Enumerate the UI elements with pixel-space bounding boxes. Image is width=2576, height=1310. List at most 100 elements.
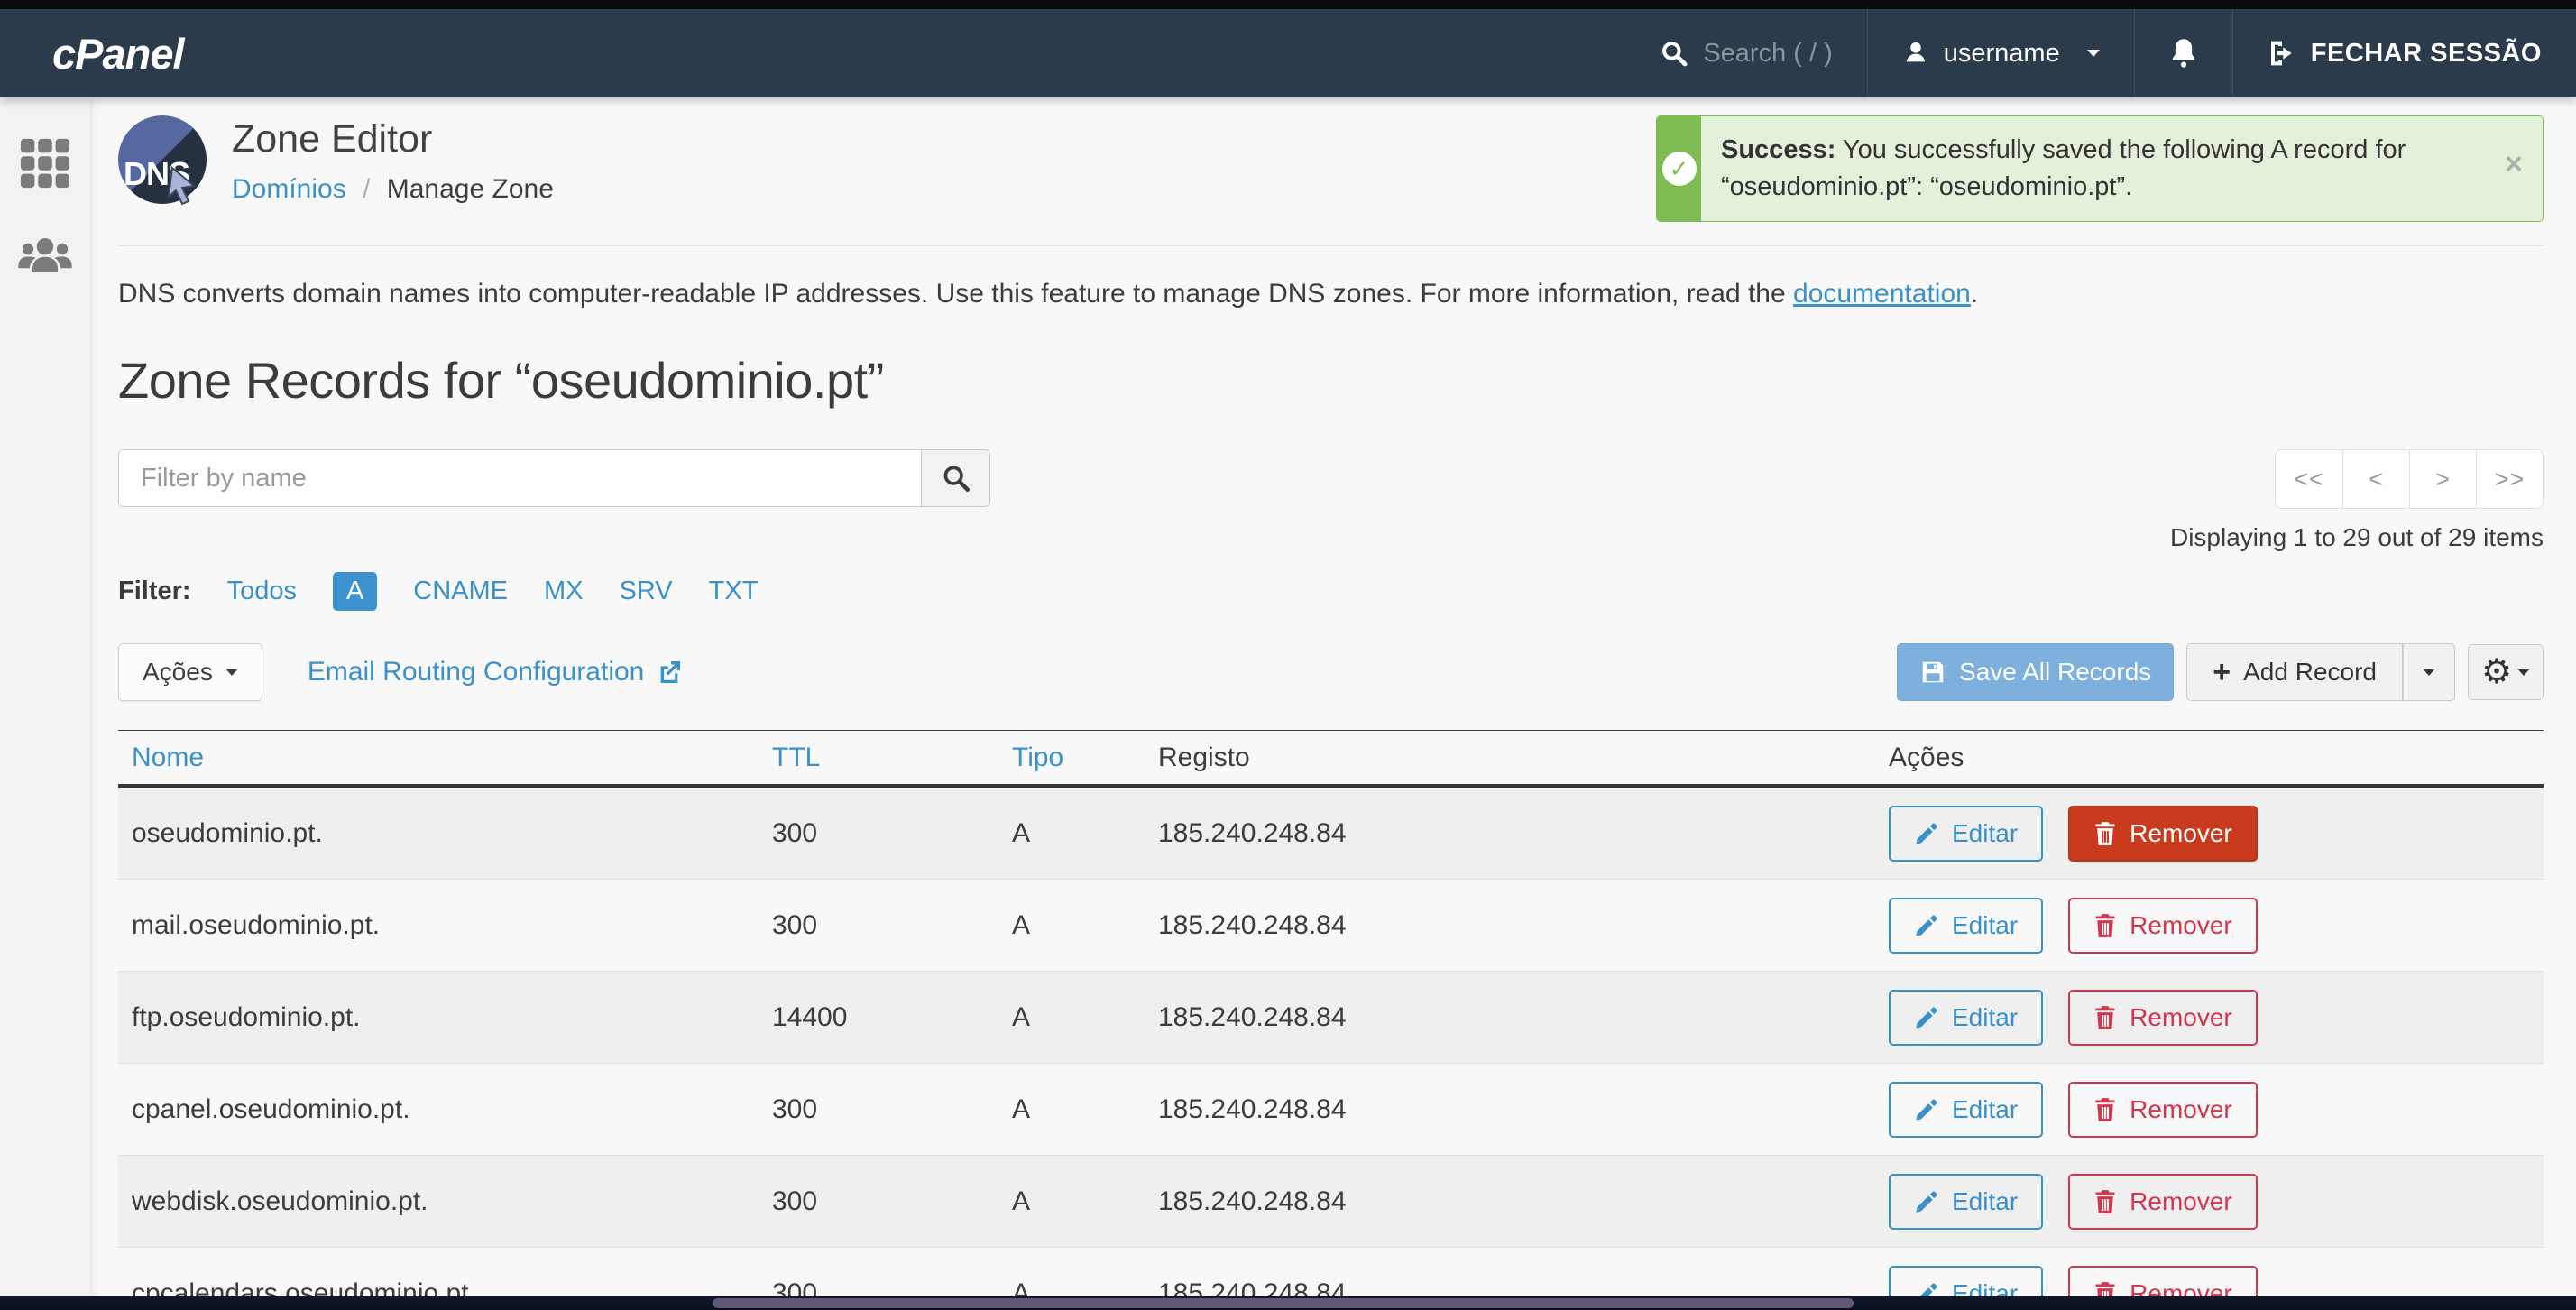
- trash-icon: [2093, 1189, 2117, 1214]
- chevron-down-icon: [225, 669, 238, 676]
- table-toolbar: Ações Email Routing Configuration: [118, 643, 2544, 701]
- record-value-cell: 185.240.248.84: [1145, 1002, 1875, 1033]
- column-header-tipo[interactable]: Tipo: [998, 743, 1145, 773]
- bottom-scrollbar-track: [0, 1296, 2576, 1310]
- column-header-nome[interactable]: Nome: [118, 743, 759, 773]
- navbar-notifications[interactable]: [2134, 9, 2232, 97]
- add-record-split-button: + Add Record: [2186, 643, 2455, 701]
- filter-cname-link[interactable]: CNAME: [413, 577, 508, 606]
- pagination-status: Displaying 1 to 29 out of 29 items: [2170, 523, 2544, 552]
- table-row: webdisk.oseudominio.pt. 300 A 185.240.24…: [118, 1156, 2544, 1248]
- edit-record-button[interactable]: Editar: [1889, 1082, 2043, 1138]
- table-row: mail.oseudominio.pt. 300 A 185.240.248.8…: [118, 880, 2544, 972]
- zone-records-heading: Zone Records for “oseudominio.pt”: [118, 351, 2544, 410]
- table-settings-button[interactable]: ⚙: [2468, 644, 2544, 700]
- record-value-cell: 185.240.248.84: [1145, 818, 1875, 849]
- actions-dropdown-button[interactable]: Ações: [118, 643, 262, 701]
- save-icon: [1919, 659, 1946, 686]
- record-name-cell: ftp.oseudominio.pt.: [118, 1002, 759, 1033]
- type-filter-row: Filter: Todos A CNAME MX SRV TXT: [118, 572, 2544, 611]
- save-all-records-button[interactable]: Save All Records: [1897, 643, 2174, 701]
- remove-record-button[interactable]: Remover: [2068, 1174, 2258, 1230]
- filter-mx-link[interactable]: MX: [544, 577, 584, 606]
- navbar-user-menu[interactable]: username: [1867, 9, 2134, 97]
- cpanel-logo[interactable]: cPanel: [52, 29, 184, 78]
- remove-record-button[interactable]: Remover: [2068, 990, 2258, 1046]
- add-record-dropdown-toggle[interactable]: [2403, 643, 2455, 701]
- zone-records-table: Nome TTL Tipo Registo Ações oseudominio.…: [118, 730, 2544, 1310]
- page-content: DNS Zone Editor Domínios / Manage Zone: [90, 97, 2576, 1310]
- main-area: DNS Zone Editor Domínios / Manage Zone: [0, 97, 2576, 1310]
- filter-search-button[interactable]: [921, 449, 990, 507]
- page-header-row: DNS Zone Editor Domínios / Manage Zone: [118, 115, 2544, 222]
- remove-record-label: Remover: [2130, 1187, 2232, 1216]
- pagination-last-button[interactable]: >>: [2476, 450, 2543, 508]
- actions-dropdown-label: Ações: [143, 658, 213, 687]
- filter-todos-link[interactable]: Todos: [227, 577, 297, 606]
- record-value-cell: 185.240.248.84: [1145, 1186, 1875, 1217]
- success-alert-title: Success:: [1721, 135, 1835, 164]
- navbar-username: username: [1944, 39, 2060, 69]
- cpanel-zone-editor-screen: cPanel Search ( / ) username: [0, 0, 2576, 1310]
- remove-record-label: Remover: [2130, 1003, 2232, 1032]
- user-icon: [1902, 40, 1929, 67]
- record-type-cell: A: [998, 1094, 1145, 1125]
- table-body: oseudominio.pt. 300 A 185.240.248.84 Edi…: [118, 788, 2544, 1310]
- close-icon[interactable]: ×: [2505, 149, 2523, 180]
- remove-record-button[interactable]: Remover: [2068, 806, 2258, 862]
- pagination-buttons: << < > >>: [2275, 449, 2544, 509]
- page-title: Zone Editor: [232, 117, 554, 161]
- column-header-ttl[interactable]: TTL: [759, 743, 998, 773]
- chevron-down-icon: [2087, 50, 2100, 57]
- breadcrumb-dominios-link[interactable]: Domínios: [232, 174, 346, 204]
- pagination-first-button[interactable]: <<: [2276, 450, 2342, 508]
- record-type-cell: A: [998, 1186, 1145, 1217]
- feature-description: DNS converts domain names into computer-…: [118, 279, 2544, 309]
- edit-record-button[interactable]: Editar: [1889, 1174, 2043, 1230]
- filter-a-chip-active[interactable]: A: [333, 572, 377, 611]
- remove-record-button[interactable]: Remover: [2068, 1082, 2258, 1138]
- record-ttl-cell: 14400: [759, 1002, 998, 1033]
- pagination-prev-button[interactable]: <: [2342, 450, 2409, 508]
- save-all-records-label: Save All Records: [1959, 658, 2151, 687]
- add-record-button[interactable]: + Add Record: [2186, 643, 2403, 701]
- pagination-next-button[interactable]: >: [2409, 450, 2476, 508]
- add-record-label: Add Record: [2243, 658, 2377, 687]
- success-alert-body: Success: You successfully saved the foll…: [1701, 116, 2543, 221]
- toolbar-left: Ações Email Routing Configuration: [118, 643, 684, 701]
- table-row: ftp.oseudominio.pt. 14400 A 185.240.248.…: [118, 972, 2544, 1064]
- filter-by-name-input[interactable]: [118, 449, 921, 507]
- edit-record-button[interactable]: Editar: [1889, 898, 2043, 954]
- record-name-cell: oseudominio.pt.: [118, 818, 759, 849]
- apps-grid-icon[interactable]: [19, 137, 71, 189]
- record-ttl-cell: 300: [759, 1186, 998, 1217]
- column-header-acoes: Ações: [1875, 743, 2544, 773]
- edit-record-button[interactable]: Editar: [1889, 806, 2043, 862]
- gear-icon: ⚙: [2481, 655, 2512, 689]
- users-group-icon[interactable]: [16, 236, 74, 278]
- filter-srv-link[interactable]: SRV: [620, 577, 673, 606]
- breadcrumb-separator: /: [363, 174, 370, 204]
- edit-record-label: Editar: [1952, 819, 2018, 848]
- navbar-search[interactable]: Search ( / ): [1625, 9, 1866, 97]
- documentation-link[interactable]: documentation: [1793, 279, 1971, 309]
- top-navbar: cPanel Search ( / ) username: [0, 9, 2576, 97]
- filter-txt-link[interactable]: TXT: [709, 577, 759, 606]
- remove-record-button[interactable]: Remover: [2068, 898, 2258, 954]
- page-header: DNS Zone Editor Domínios / Manage Zone: [118, 115, 554, 205]
- logout-label: FECHAR SESSÃO: [2311, 39, 2542, 69]
- trash-icon: [2093, 913, 2117, 938]
- logout-icon: [2268, 39, 2296, 68]
- navbar-logout[interactable]: FECHAR SESSÃO: [2232, 9, 2576, 97]
- record-value-cell: 185.240.248.84: [1145, 910, 1875, 941]
- email-routing-link[interactable]: Email Routing Configuration: [308, 657, 685, 687]
- edit-record-button[interactable]: Editar: [1889, 990, 2043, 1046]
- breadcrumb: Domínios / Manage Zone: [232, 174, 554, 205]
- record-ttl-cell: 300: [759, 1094, 998, 1125]
- horizontal-scrollbar-thumb[interactable]: [713, 1298, 1854, 1308]
- controls-row: << < > >> Displaying 1 to 29 out of 29 i…: [118, 449, 2544, 552]
- filter-input-group: [118, 449, 990, 507]
- record-ttl-cell: 300: [759, 910, 998, 941]
- navbar-right: Search ( / ) username FECHAR SESSÃO: [1625, 9, 2576, 97]
- edit-record-label: Editar: [1952, 1003, 2018, 1032]
